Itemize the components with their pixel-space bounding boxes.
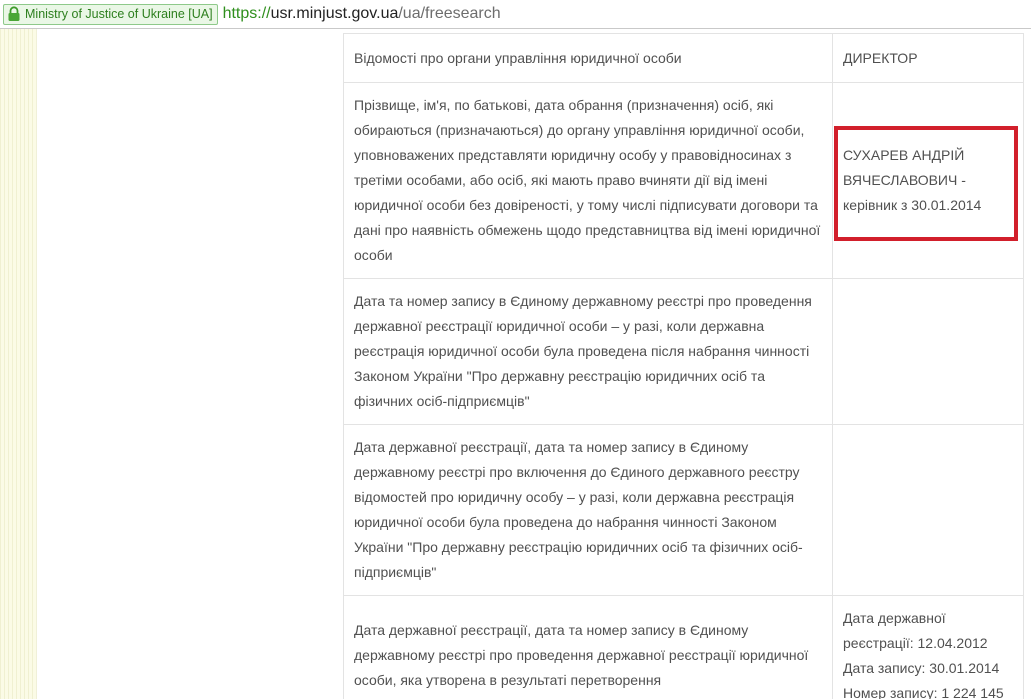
url-path: /ua/freesearch	[398, 5, 501, 22]
lock-icon	[7, 6, 21, 22]
url-field[interactable]: https://usr.minjust.gov.ua/ua/freesearch	[223, 5, 501, 23]
table-row: Дата державної реєстрації, дата та номер…	[343, 424, 1024, 596]
table-row: Дата державної реєстрації, дата та номер…	[343, 595, 1024, 699]
page-content: Відомості про органи управління юридично…	[0, 29, 1031, 699]
registry-info-table: Відомості про органи управління юридично…	[343, 33, 1024, 699]
row-label: Прізвище, ім'я, по батькові, дата обранн…	[343, 82, 833, 279]
table-row: Дата та номер запису в Єдиному державном…	[343, 278, 1024, 425]
row-value-line: Дата державної реєстрації: 12.04.2012	[843, 609, 988, 651]
table-row: Відомості про органи управління юридично…	[343, 33, 1024, 83]
table-row: Прізвище, ім'я, по батькові, дата обранн…	[343, 82, 1024, 279]
row-label: Відомості про органи управління юридично…	[343, 33, 833, 83]
row-value: ДИРЕКТОР	[832, 33, 1024, 83]
row-value-line: СУХАРЕВ АНДРІЙ ВЯЧЕСЛАВОВИЧ - керівник з…	[843, 147, 982, 213]
row-value-line: Номер запису: 1 224 145	[843, 684, 1004, 699]
row-value: Дата державної реєстрації: 12.04.2012 Да…	[832, 595, 1024, 699]
row-value-empty	[832, 424, 1024, 596]
row-label: Дата державної реєстрації, дата та номер…	[343, 595, 833, 699]
row-value-line: Дата запису: 30.01.2014	[843, 659, 1000, 676]
row-label: Дата державної реєстрації, дата та номер…	[343, 424, 833, 596]
site-identity-badge[interactable]: Ministry of Justice of Ukraine [UA]	[3, 3, 218, 25]
url-host: usr.minjust.gov.ua	[270, 5, 399, 22]
row-value-line: ДИРЕКТОР	[843, 49, 918, 66]
row-label: Дата та номер запису в Єдиному державном…	[343, 278, 833, 425]
address-bar[interactable]: Ministry of Justice of Ukraine [UA] http…	[0, 0, 1031, 29]
decorative-left-border	[0, 29, 37, 699]
director-value: СУХАРЕВ АНДРІЙ ВЯЧЕСЛАВОВИЧ - керівник з…	[832, 82, 1024, 279]
url-scheme: https://	[222, 5, 271, 22]
site-identity-label: Ministry of Justice of Ukraine [UA]	[25, 7, 213, 21]
row-value-empty	[832, 278, 1024, 425]
